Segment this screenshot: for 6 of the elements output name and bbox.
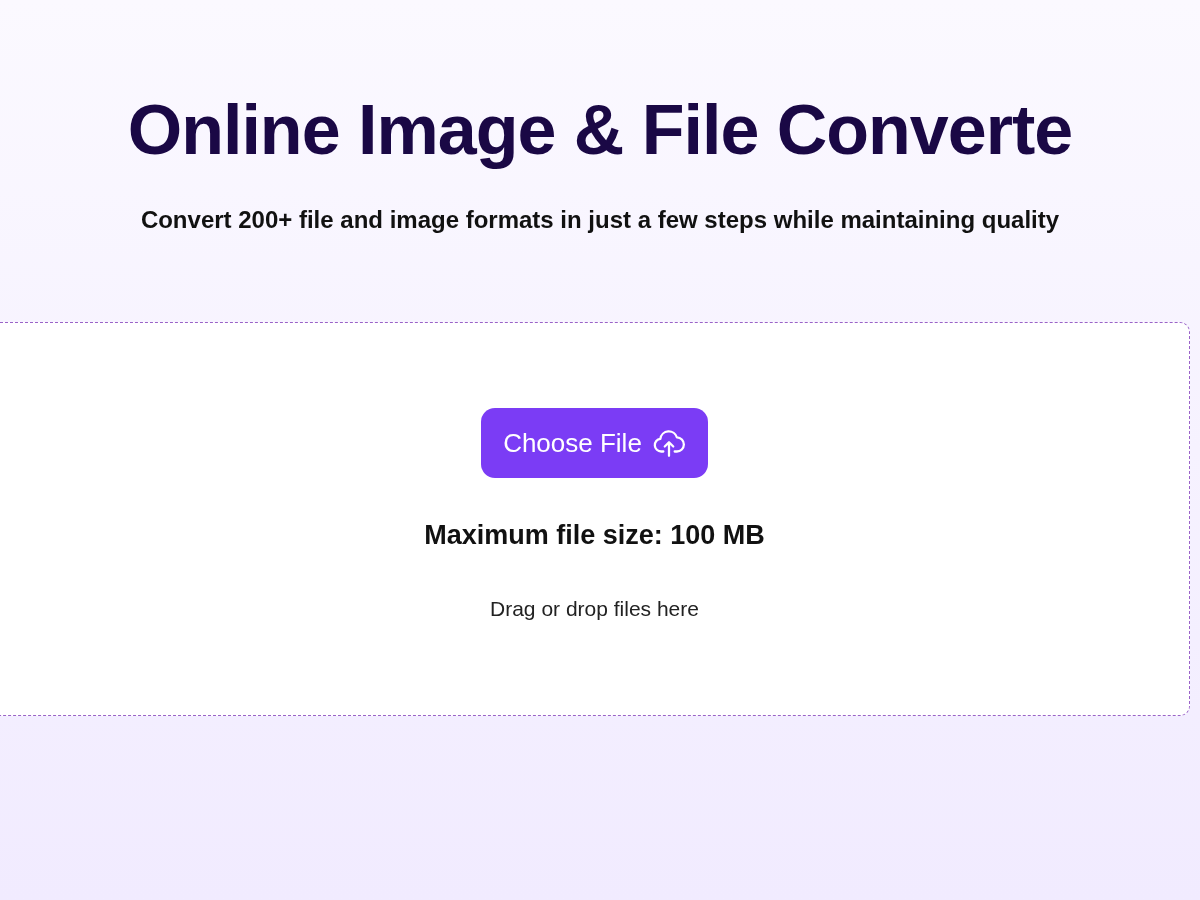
drop-zone[interactable]: Choose File Maximum file size: 100 MB Drag or drop files here — [0, 322, 1190, 716]
max-file-size: Maximum file size: 100 MB — [424, 520, 765, 551]
subtitle: Convert 200+ file and image formats in just a few steps while maintaining quality — [140, 206, 1060, 234]
choose-file-button[interactable]: Choose File — [481, 408, 708, 478]
page-title: Online Image & File Converte — [127, 90, 1073, 171]
drop-hint: Drag or drop files here — [490, 597, 699, 621]
